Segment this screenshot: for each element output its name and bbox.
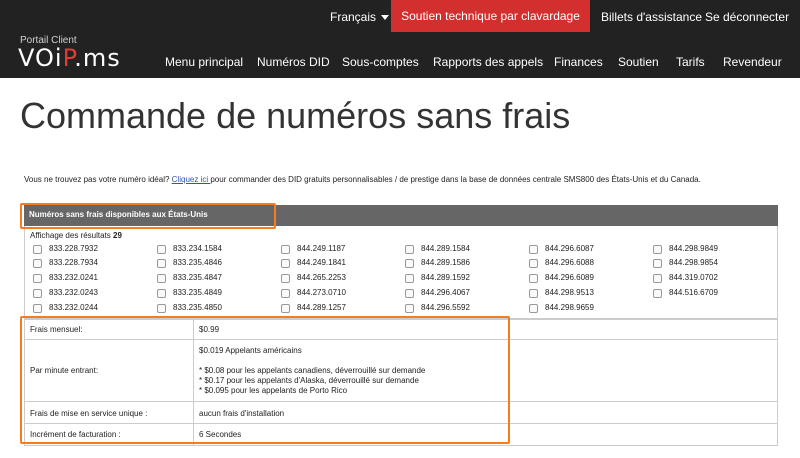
- number-option[interactable]: 844.289.1257: [281, 303, 346, 313]
- number-option[interactable]: 844.289.1592: [405, 273, 470, 283]
- results-number: 29: [113, 231, 122, 240]
- checkbox[interactable]: [157, 258, 166, 268]
- number-option[interactable]: 844.298.9659: [529, 303, 594, 313]
- number-option[interactable]: 833.235.4850: [157, 303, 222, 313]
- logout-link[interactable]: Se déconnecter: [705, 0, 789, 34]
- nav-finances[interactable]: Finances: [554, 34, 603, 78]
- number-option[interactable]: 844.296.5592: [405, 303, 470, 313]
- language-selector[interactable]: Français: [330, 0, 390, 34]
- highlight-box-details: [20, 316, 510, 444]
- logo-text-1: VOi: [18, 44, 63, 72]
- checkbox[interactable]: [653, 288, 662, 298]
- checkbox[interactable]: [281, 303, 290, 313]
- number-option[interactable]: 844.273.0710: [281, 288, 346, 298]
- highlight-box-header: [20, 203, 276, 229]
- logo-text-accent: P: [62, 44, 75, 72]
- checkbox[interactable]: [157, 244, 166, 254]
- tickets-link[interactable]: Billets d'assistance: [601, 0, 702, 34]
- number-option[interactable]: 833.228.7932: [33, 244, 98, 254]
- number-option[interactable]: 844.298.9854: [653, 258, 718, 268]
- number-option[interactable]: 844.289.1586: [405, 258, 470, 268]
- number-option[interactable]: 833.235.4846: [157, 258, 222, 268]
- checkbox[interactable]: [281, 244, 290, 254]
- number-option[interactable]: 844.289.1584: [405, 244, 470, 254]
- nav-revendeur[interactable]: Revendeur: [723, 34, 782, 78]
- logo-text-2: .ms: [74, 44, 121, 72]
- checkbox[interactable]: [529, 244, 538, 254]
- checkbox[interactable]: [405, 273, 414, 283]
- number-option[interactable]: 844.516.6709: [653, 288, 718, 298]
- checkbox[interactable]: [405, 244, 414, 254]
- checkbox[interactable]: [653, 244, 662, 254]
- checkbox[interactable]: [281, 288, 290, 298]
- number-option[interactable]: 833.232.0244: [33, 303, 98, 313]
- number-option[interactable]: 844.296.4067: [405, 288, 470, 298]
- number-option[interactable]: 844.296.6089: [529, 273, 594, 283]
- checkbox[interactable]: [405, 258, 414, 268]
- top-bar-links: Français Soutien technique par clavardag…: [0, 0, 800, 34]
- checkbox[interactable]: [281, 273, 290, 283]
- checkbox[interactable]: [405, 303, 414, 313]
- checkbox[interactable]: [529, 258, 538, 268]
- nav-rapports-appels[interactable]: Rapports des appels: [433, 34, 543, 78]
- intro-before-link: Vous ne trouvez pas votre numéro idéal?: [24, 175, 172, 184]
- checkbox[interactable]: [281, 258, 290, 268]
- nav-soutien[interactable]: Soutien: [618, 34, 659, 78]
- checkbox[interactable]: [157, 273, 166, 283]
- number-option[interactable]: 833.234.1584: [157, 244, 222, 254]
- number-option[interactable]: 833.228.7934: [33, 258, 98, 268]
- checkbox[interactable]: [33, 258, 42, 268]
- voipms-logo[interactable]: VOiP.ms: [18, 44, 121, 72]
- checkbox[interactable]: [653, 258, 662, 268]
- checkbox[interactable]: [529, 288, 538, 298]
- checkbox[interactable]: [529, 273, 538, 283]
- results-label: Affichage des résultats: [30, 231, 111, 240]
- checkbox[interactable]: [33, 244, 42, 254]
- number-option[interactable]: 833.232.0243: [33, 288, 98, 298]
- results-count: Affichage des résultats 29: [30, 231, 122, 240]
- checkbox[interactable]: [405, 288, 414, 298]
- nav-tarifs[interactable]: Tarifs: [676, 34, 705, 78]
- caret-down-icon: [381, 15, 390, 21]
- intro-text: Vous ne trouvez pas votre numéro idéal? …: [24, 174, 784, 185]
- checkbox[interactable]: [653, 273, 662, 283]
- number-option[interactable]: 844.249.1187: [281, 244, 345, 254]
- number-option[interactable]: 833.232.0241: [33, 273, 98, 283]
- number-option[interactable]: 844.319.0702: [653, 273, 718, 283]
- number-option[interactable]: 844.296.6088: [529, 258, 594, 268]
- number-option[interactable]: 833.235.4847: [157, 273, 222, 283]
- number-option[interactable]: 844.249.1841: [281, 258, 346, 268]
- click-here-link[interactable]: Cliquez ici: [172, 175, 211, 184]
- checkbox[interactable]: [33, 303, 42, 313]
- number-option[interactable]: 844.298.9513: [529, 288, 594, 298]
- checkbox[interactable]: [33, 273, 42, 283]
- chat-support-button[interactable]: Soutien technique par clavardage: [391, 0, 590, 32]
- language-label: Français: [330, 10, 377, 24]
- number-option[interactable]: 844.265.2253: [281, 273, 346, 283]
- checkbox[interactable]: [157, 288, 166, 298]
- checkbox[interactable]: [33, 288, 42, 298]
- nav-sous-comptes[interactable]: Sous-comptes: [342, 34, 419, 78]
- number-option[interactable]: 833.235.4849: [157, 288, 222, 298]
- checkbox[interactable]: [529, 303, 538, 313]
- number-option[interactable]: 844.296.6087: [529, 244, 594, 254]
- page-title: Commande de numéros sans frais: [20, 95, 571, 136]
- nav-numeros-did[interactable]: Numéros DID: [257, 34, 330, 78]
- intro-after-link: pour commander des DID gratuits personna…: [210, 175, 701, 184]
- checkbox[interactable]: [157, 303, 166, 313]
- nav-menu-principal[interactable]: Menu principal: [165, 34, 243, 78]
- number-option[interactable]: 844.298.9849: [653, 244, 718, 254]
